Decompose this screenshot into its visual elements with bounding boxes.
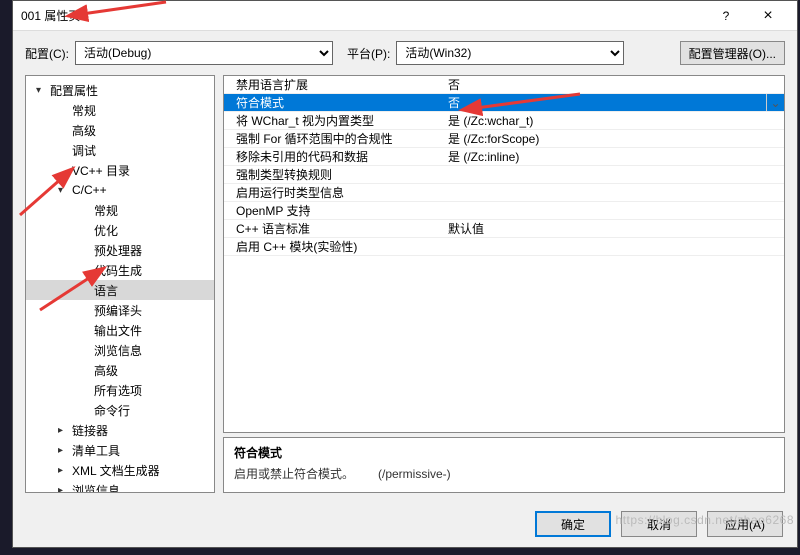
config-select[interactable]: 活动(Debug) (75, 41, 333, 65)
help-button[interactable]: ? (705, 2, 747, 30)
prop-row-C++ 语言标准[interactable]: C++ 语言标准默认值 (224, 220, 784, 238)
prop-row-移除未引用的代码和数据[interactable]: 移除未引用的代码和数据是 (/Zc:inline) (224, 148, 784, 166)
tree-item-label: 所有选项 (92, 382, 142, 399)
platform-label: 平台(P): (347, 45, 390, 62)
window-title: 001 属性页 (21, 7, 705, 24)
prop-name: 将 WChar_t 视为内置类型 (224, 112, 444, 129)
tree-item-浏览信息[interactable]: ▸浏览信息 (26, 480, 214, 493)
tree-item-label: 调试 (70, 142, 96, 159)
desc-title: 符合模式 (234, 444, 774, 461)
tree-item-label: XML 文档生成器 (70, 462, 160, 479)
tree-item-链接器[interactable]: ▸链接器 (26, 420, 214, 440)
config-manager-button[interactable]: 配置管理器(O)... (680, 41, 785, 65)
prop-value: 默认值 (444, 220, 784, 237)
tree-arrow-icon: ▾ (36, 85, 48, 96)
prop-value: 是 (/Zc:forScope) (444, 130, 784, 147)
tree-item-label: 配置属性 (48, 82, 98, 99)
config-label: 配置(C): (25, 45, 69, 62)
prop-name: C++ 语言标准 (224, 220, 444, 237)
tree-item-C/C++[interactable]: ▾C/C++ (26, 180, 214, 200)
tree-item-输出文件[interactable]: 输出文件 (26, 320, 214, 340)
tree-item-所有选项[interactable]: 所有选项 (26, 380, 214, 400)
prop-row-OpenMP 支持[interactable]: OpenMP 支持 (224, 202, 784, 220)
prop-value: 否 (444, 76, 784, 93)
prop-name: 禁用语言扩展 (224, 76, 444, 93)
right-pane: 禁用语言扩展否符合模式否⌄将 WChar_t 视为内置类型是 (/Zc:wcha… (223, 75, 785, 493)
config-bar: 配置(C): 活动(Debug) 平台(P): 活动(Win32) 配置管理器(… (13, 31, 797, 75)
tree-item-label: 链接器 (70, 422, 108, 439)
tree-item-优化[interactable]: 优化 (26, 220, 214, 240)
prop-value: 是 (/Zc:inline) (444, 148, 784, 165)
tree-arrow-icon: ▾ (58, 185, 70, 196)
tree-item-label: 高级 (92, 362, 118, 379)
nav-tree[interactable]: ▾配置属性常规高级调试VC++ 目录▾C/C++常规优化预处理器代码生成语言预编… (25, 75, 215, 493)
prop-name: 强制类型转换规则 (224, 166, 444, 183)
ok-button[interactable]: 确定 (535, 511, 611, 537)
tree-item-label: 浏览信息 (70, 482, 120, 494)
tree-item-配置属性[interactable]: ▾配置属性 (26, 80, 214, 100)
tree-item-label: 常规 (70, 102, 96, 119)
property-pages-dialog: 001 属性页 ? × 配置(C): 活动(Debug) 平台(P): 活动(W… (12, 0, 798, 548)
tree-item-清单工具[interactable]: ▸清单工具 (26, 440, 214, 460)
footer: 确定 取消 应用(A) (13, 501, 797, 547)
tree-item-label: 优化 (92, 222, 118, 239)
prop-name: 移除未引用的代码和数据 (224, 148, 444, 165)
prop-name: 符合模式 (224, 94, 444, 111)
tree-item-label: 命令行 (92, 402, 130, 419)
tree-item-label: 高级 (70, 122, 96, 139)
property-grid[interactable]: 禁用语言扩展否符合模式否⌄将 WChar_t 视为内置类型是 (/Zc:wcha… (223, 75, 785, 433)
tree-item-XML 文档生成器[interactable]: ▸XML 文档生成器 (26, 460, 214, 480)
prop-name: OpenMP 支持 (224, 202, 444, 219)
prop-value: 否 (444, 94, 766, 111)
titlebar: 001 属性页 ? × (13, 1, 797, 31)
tree-item-高级[interactable]: 高级 (26, 120, 214, 140)
tree-item-语言[interactable]: 语言 (26, 280, 214, 300)
prop-row-强制类型转换规则[interactable]: 强制类型转换规则 (224, 166, 784, 184)
prop-row-启用运行时类型信息[interactable]: 启用运行时类型信息 (224, 184, 784, 202)
prop-row-启用 C++ 模块(实验性)[interactable]: 启用 C++ 模块(实验性) (224, 238, 784, 256)
tree-item-label: 语言 (92, 282, 118, 299)
tree-item-label: 代码生成 (92, 262, 142, 279)
tree-item-label: 预编译头 (92, 302, 142, 319)
tree-item-高级[interactable]: 高级 (26, 360, 214, 380)
body: ▾配置属性常规高级调试VC++ 目录▾C/C++常规优化预处理器代码生成语言预编… (13, 75, 797, 501)
description-pane: 符合模式 启用或禁止符合模式。 (/permissive-) (223, 437, 785, 493)
platform-select[interactable]: 活动(Win32) (396, 41, 624, 65)
tree-arrow-icon: ▸ (58, 485, 70, 494)
tree-item-label: 预处理器 (92, 242, 142, 259)
tree-item-常规[interactable]: 常规 (26, 100, 214, 120)
apply-button[interactable]: 应用(A) (707, 511, 783, 537)
tree-item-代码生成[interactable]: 代码生成 (26, 260, 214, 280)
tree-item-label: 浏览信息 (92, 342, 142, 359)
tree-item-预处理器[interactable]: 预处理器 (26, 240, 214, 260)
tree-arrow-icon: ▸ (58, 465, 70, 476)
prop-name: 启用 C++ 模块(实验性) (224, 238, 444, 255)
tree-item-label: 清单工具 (70, 442, 120, 459)
tree-item-命令行[interactable]: 命令行 (26, 400, 214, 420)
chevron-down-icon[interactable]: ⌄ (766, 94, 784, 111)
tree-item-label: C/C++ (70, 183, 107, 197)
prop-row-强制 For 循环范围中的合规性[interactable]: 强制 For 循环范围中的合规性是 (/Zc:forScope) (224, 130, 784, 148)
desc-body: 启用或禁止符合模式。 (/permissive-) (234, 465, 774, 482)
tree-item-常规[interactable]: 常规 (26, 200, 214, 220)
tree-arrow-icon: ▸ (58, 425, 70, 436)
tree-item-调试[interactable]: 调试 (26, 140, 214, 160)
prop-name: 强制 For 循环范围中的合规性 (224, 130, 444, 147)
tree-item-label: 输出文件 (92, 322, 142, 339)
prop-value: 是 (/Zc:wchar_t) (444, 112, 784, 129)
prop-row-禁用语言扩展[interactable]: 禁用语言扩展否 (224, 76, 784, 94)
tree-item-浏览信息[interactable]: 浏览信息 (26, 340, 214, 360)
prop-row-将 WChar_t 视为内置类型[interactable]: 将 WChar_t 视为内置类型是 (/Zc:wchar_t) (224, 112, 784, 130)
prop-row-符合模式[interactable]: 符合模式否⌄ (224, 94, 784, 112)
tree-arrow-icon: ▸ (58, 445, 70, 456)
tree-item-预编译头[interactable]: 预编译头 (26, 300, 214, 320)
tree-item-label: 常规 (92, 202, 118, 219)
tree-item-VC++ 目录[interactable]: VC++ 目录 (26, 160, 214, 180)
tree-item-label: VC++ 目录 (70, 162, 130, 179)
cancel-button[interactable]: 取消 (621, 511, 697, 537)
close-button[interactable]: × (747, 2, 789, 30)
prop-name: 启用运行时类型信息 (224, 184, 444, 201)
